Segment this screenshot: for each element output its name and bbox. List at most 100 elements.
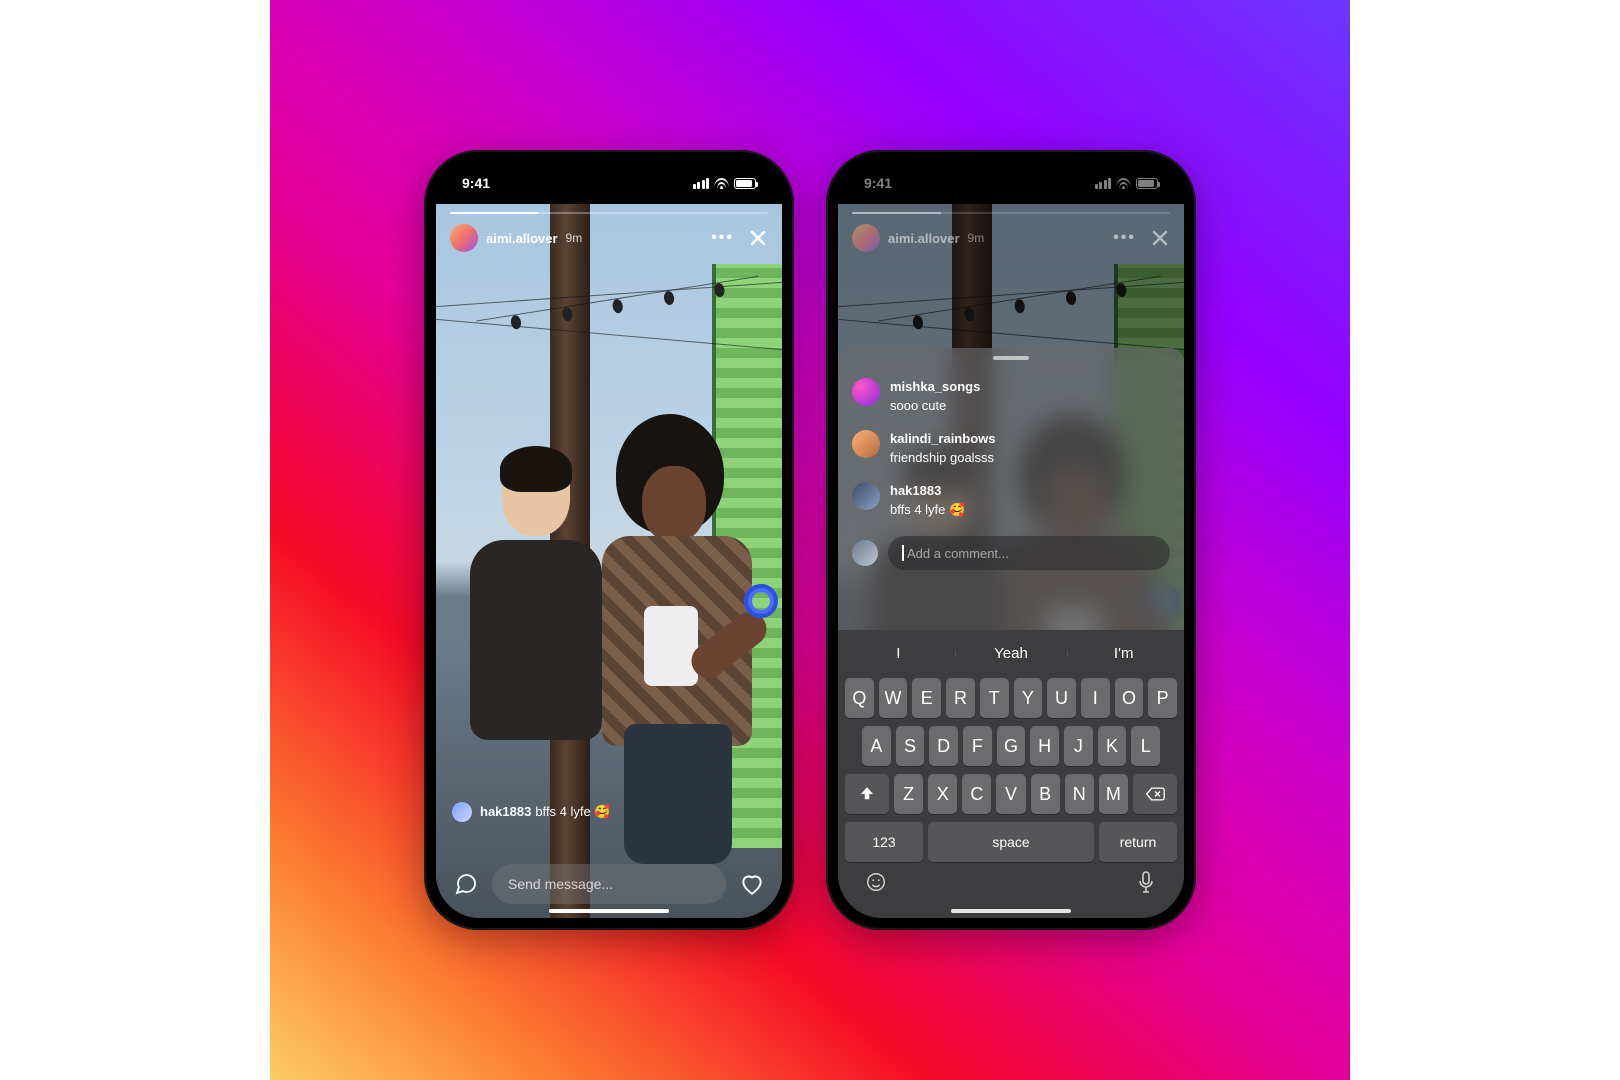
letter-key[interactable]: A <box>862 726 891 766</box>
comment-text: friendship goalsss <box>890 450 994 465</box>
screen-right: 9:41 aimi <box>838 162 1184 918</box>
commenter-avatar[interactable] <box>852 378 880 406</box>
letter-key[interactable]: I <box>1081 678 1110 718</box>
letter-key[interactable]: D <box>929 726 958 766</box>
letter-key[interactable]: Q <box>845 678 874 718</box>
comment-text: bffs 4 lyfe 🥰 <box>890 502 965 517</box>
backspace-key[interactable] <box>1133 774 1177 814</box>
story-footer: Send message... <box>436 864 782 904</box>
status-indicators <box>1095 178 1159 189</box>
story-timestamp: 9m <box>566 231 583 245</box>
compose-row: Add a comment... <box>838 526 1184 584</box>
status-time: 9:41 <box>462 175 490 191</box>
battery-icon <box>1136 178 1158 189</box>
key-row-4: 123 space return <box>842 822 1180 862</box>
letter-key[interactable]: Z <box>894 774 923 814</box>
letter-key[interactable]: W <box>879 678 908 718</box>
comment-username: hak1883 <box>480 804 531 819</box>
letter-key[interactable]: X <box>928 774 957 814</box>
letter-key[interactable]: M <box>1099 774 1128 814</box>
letter-key[interactable]: R <box>946 678 975 718</box>
text-caret <box>902 545 904 561</box>
commenter-username: mishka_songs <box>890 378 980 396</box>
story-header: aimi.allover 9m ••• <box>838 212 1184 252</box>
status-indicators <box>693 178 757 189</box>
emoji-icon[interactable] <box>864 870 888 894</box>
comment-placeholder: Add a comment... <box>907 546 1009 561</box>
story-header: aimi.allover 9m ••• <box>436 212 782 252</box>
message-input[interactable]: Send message... <box>492 864 726 904</box>
key-row-1: QWERTYUIOP <box>842 678 1180 718</box>
close-icon[interactable] <box>748 228 768 248</box>
suggestion-bar: I Yeah I'm <box>842 636 1180 670</box>
letter-key[interactable]: K <box>1098 726 1127 766</box>
letter-key[interactable]: T <box>980 678 1009 718</box>
letter-key[interactable]: P <box>1148 678 1177 718</box>
keyboard: I Yeah I'm QWERTYUIOP ASDFGHJKL ZXCVBNM <box>838 630 1184 918</box>
close-icon[interactable] <box>1150 228 1170 248</box>
story-progress[interactable] <box>450 212 768 214</box>
letter-key[interactable]: H <box>1030 726 1059 766</box>
floating-comment-text: hak1883bffs 4 lyfe 🥰 <box>480 804 611 820</box>
author-avatar[interactable] <box>450 224 478 252</box>
letter-key[interactable]: C <box>962 774 991 814</box>
commenter-avatar[interactable] <box>852 430 880 458</box>
wifi-icon <box>1116 178 1131 189</box>
comments-sheet: mishka_songssooo cute kalindi_rainbowsfr… <box>838 348 1184 918</box>
letter-key[interactable]: L <box>1131 726 1160 766</box>
letter-key[interactable]: O <box>1115 678 1144 718</box>
phone-left: 9:41 <box>424 150 794 930</box>
cellular-icon <box>693 178 710 189</box>
self-avatar <box>852 540 878 566</box>
letter-key[interactable]: U <box>1047 678 1076 718</box>
numbers-key[interactable]: 123 <box>845 822 923 862</box>
shift-key[interactable] <box>845 774 889 814</box>
letter-key[interactable]: J <box>1064 726 1093 766</box>
commenter-username: kalindi_rainbows <box>890 430 995 448</box>
return-key[interactable]: return <box>1099 822 1177 862</box>
author-username: aimi.allover <box>888 231 960 246</box>
author-avatar <box>852 224 880 252</box>
status-time: 9:41 <box>864 175 892 191</box>
commenter-username: hak1883 <box>890 482 965 500</box>
phone-right: 9:41 aimi <box>826 150 1196 930</box>
space-key[interactable]: space <box>928 822 1094 862</box>
letter-key[interactable]: Y <box>1014 678 1043 718</box>
gradient-stage: 9:41 <box>270 0 1350 1080</box>
letter-key[interactable]: G <box>997 726 1026 766</box>
notch <box>532 162 687 190</box>
more-icon[interactable]: ••• <box>711 229 734 247</box>
home-indicator[interactable] <box>951 909 1071 913</box>
letter-key[interactable]: E <box>912 678 941 718</box>
floating-comment[interactable]: hak1883bffs 4 lyfe 🥰 <box>452 802 611 822</box>
letter-key[interactable]: V <box>996 774 1025 814</box>
key-row-2: ASDFGHJKL <box>842 726 1180 766</box>
letter-key[interactable]: F <box>963 726 992 766</box>
comment-input[interactable]: Add a comment... <box>888 536 1170 570</box>
battery-icon <box>734 178 756 189</box>
suggestion[interactable]: I'm <box>1067 645 1180 662</box>
cellular-icon <box>1095 178 1112 189</box>
screen-left: 9:41 <box>436 162 782 918</box>
author-username[interactable]: aimi.allover <box>486 231 558 246</box>
sheet-grabber[interactable] <box>993 356 1029 360</box>
suggestion[interactable]: I <box>842 645 955 662</box>
more-icon: ••• <box>1113 229 1136 247</box>
comment-avatar <box>452 802 472 822</box>
letter-key[interactable]: N <box>1065 774 1094 814</box>
comment-row[interactable]: hak1883 bffs 4 lyfe 🥰 <box>852 474 1170 526</box>
comment-row[interactable]: mishka_songssooo cute <box>852 370 1170 422</box>
keyboard-bottom-row <box>842 862 1180 910</box>
comments-icon[interactable] <box>452 870 480 898</box>
commenter-avatar[interactable] <box>852 482 880 510</box>
letter-key[interactable]: S <box>896 726 925 766</box>
notch <box>934 162 1089 190</box>
suggestion[interactable]: Yeah <box>955 645 1068 662</box>
letter-key[interactable]: B <box>1031 774 1060 814</box>
like-icon[interactable] <box>738 870 766 898</box>
home-indicator[interactable] <box>549 909 669 913</box>
mic-icon[interactable] <box>1134 870 1158 894</box>
comment-text: sooo cute <box>890 398 946 413</box>
comments-list[interactable]: mishka_songssooo cute kalindi_rainbowsfr… <box>838 366 1184 526</box>
comment-row[interactable]: kalindi_rainbows friendship goalsss <box>852 422 1170 474</box>
